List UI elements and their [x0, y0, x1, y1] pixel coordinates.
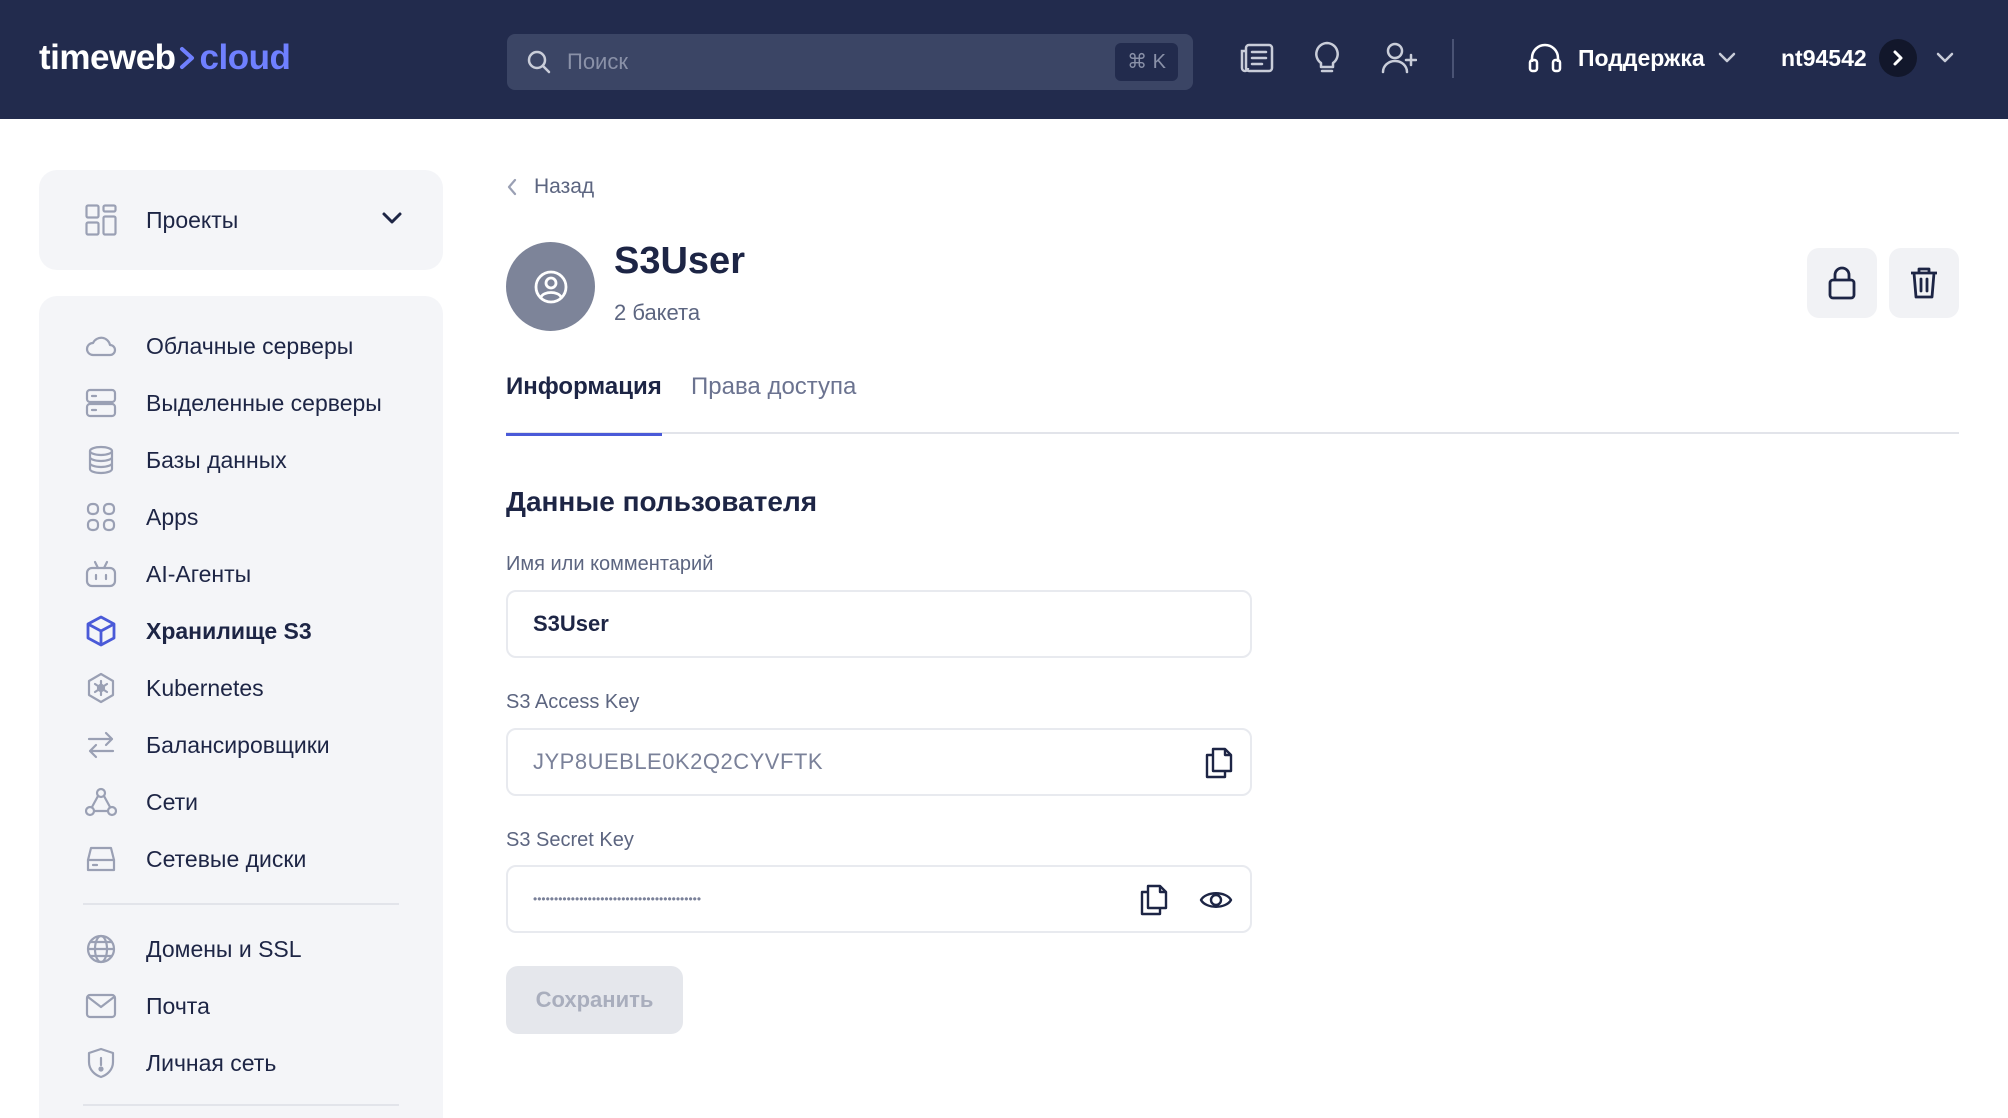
- back-label: Назад: [534, 175, 595, 198]
- sidebar-divider: [83, 1104, 399, 1106]
- chevron-down-icon: [1935, 51, 1955, 65]
- sidebar-item-label: AI-Агенты: [146, 561, 252, 587]
- secret-key-value: ••••••••••••••••••••••••••••••••••••••••: [533, 892, 702, 906]
- cloud-icon: [85, 330, 117, 362]
- sidebar-item-label: Выделенные серверы: [146, 390, 382, 416]
- search-shortcut-badge: ⌘ K: [1115, 43, 1178, 81]
- chevron-down-icon: [1717, 51, 1737, 65]
- copy-icon[interactable]: [1201, 746, 1235, 780]
- logo-text: timeweb: [39, 38, 176, 77]
- access-key-value: JYP8UEBLE0K2Q2CYVFTK: [533, 749, 824, 774]
- tab-information[interactable]: Информация: [506, 372, 662, 436]
- sidebar-item-mail[interactable]: Почта: [39, 980, 443, 1032]
- sidebar-item-cloud-servers[interactable]: Облачные серверы: [39, 320, 443, 372]
- copy-icon[interactable]: [1136, 883, 1170, 917]
- lock-button[interactable]: [1807, 248, 1877, 318]
- delete-button[interactable]: [1889, 248, 1959, 318]
- access-key-field: JYP8UEBLE0K2Q2CYVFTK: [506, 728, 1252, 796]
- sidebar-item-load-balancers[interactable]: Балансировщики: [39, 719, 443, 771]
- user-icon: [533, 269, 569, 305]
- chevron-left-icon: [506, 177, 518, 197]
- avatar: [506, 242, 595, 331]
- account-switch-button[interactable]: [1878, 39, 1917, 77]
- sidebar-item-label: Kubernetes: [146, 675, 264, 701]
- sidebar-item-apps[interactable]: Apps: [39, 491, 443, 543]
- top-header: timeweb cloud Поиск ⌘ K Поддержка nt9454…: [0, 0, 2008, 119]
- section-title: Данные пользователя: [506, 486, 818, 517]
- secret-key-label: S3 Secret Key: [506, 829, 634, 851]
- shield-icon: [85, 1047, 117, 1079]
- sidebar-item-kubernetes[interactable]: Kubernetes: [39, 662, 443, 714]
- headset-icon: [1528, 42, 1562, 74]
- sidebar-nav: Облачные серверы Выделенные серверы Базы…: [39, 296, 443, 1118]
- sidebar-item-s3-storage[interactable]: Хранилище S3: [39, 605, 443, 657]
- disk-icon: [85, 843, 117, 875]
- account-menu[interactable]: nt94542: [1781, 38, 1955, 78]
- eye-icon[interactable]: [1199, 883, 1233, 917]
- sidebar-item-dedicated-servers[interactable]: Выделенные серверы: [39, 377, 443, 429]
- sidebar-item-label: Домены и SSL: [146, 936, 302, 962]
- sidebar-item-label: Apps: [146, 504, 199, 530]
- trash-icon: [1909, 266, 1939, 300]
- sidebar-item-label: Личная сеть: [146, 1050, 277, 1076]
- server-icon: [85, 387, 117, 419]
- apps-icon: [85, 501, 117, 533]
- sidebar-item-label: Сети: [146, 789, 199, 815]
- sidebar-item-private-network[interactable]: Личная сеть: [39, 1037, 443, 1089]
- sidebar-item-label: Хранилище S3: [146, 618, 312, 644]
- projects-label: Проекты: [146, 207, 239, 233]
- cube-icon: [85, 615, 117, 647]
- name-field-label: Имя или комментарий: [506, 553, 714, 575]
- sidebar-item-databases[interactable]: Базы данных: [39, 434, 443, 486]
- secret-key-field: ••••••••••••••••••••••••••••••••••••••••: [506, 865, 1252, 933]
- database-icon: [85, 444, 117, 476]
- sidebar-item-label: Почта: [146, 993, 210, 1019]
- header-divider: [1452, 39, 1454, 78]
- save-button[interactable]: Сохранить: [506, 966, 683, 1034]
- name-field-value: S3User: [533, 611, 609, 636]
- sidebar-item-label: Облачные серверы: [146, 333, 354, 359]
- mail-icon: [85, 990, 117, 1022]
- add-user-icon[interactable]: [1381, 40, 1417, 76]
- network-icon: [85, 786, 117, 818]
- sidebar-item-label: Балансировщики: [146, 732, 330, 758]
- page-title: S3User: [614, 240, 745, 282]
- news-icon[interactable]: [1239, 40, 1275, 76]
- support-menu[interactable]: Поддержка: [1528, 38, 1737, 78]
- chevron-down-icon: [381, 210, 403, 226]
- tab-access-rights[interactable]: Права доступа: [691, 372, 856, 434]
- robot-icon: [85, 558, 117, 590]
- globe-icon: [85, 933, 117, 965]
- sidebar-item-label: Сетевые диски: [146, 846, 307, 872]
- idea-icon[interactable]: [1309, 40, 1345, 76]
- sidebar-item-label: Базы данных: [146, 447, 287, 473]
- projects-selector[interactable]: Проекты: [39, 170, 443, 270]
- name-field[interactable]: S3User: [506, 590, 1252, 658]
- support-label: Поддержка: [1578, 44, 1705, 71]
- sidebar-item-networks[interactable]: Сети: [39, 776, 443, 828]
- sidebar-item-domains-ssl[interactable]: Домены и SSL: [39, 923, 443, 975]
- search-bar[interactable]: Поиск ⌘ K: [507, 34, 1193, 90]
- sidebar-item-ai-agents[interactable]: AI-Агенты: [39, 548, 443, 600]
- lock-icon: [1827, 266, 1857, 300]
- logo[interactable]: timeweb cloud: [39, 36, 291, 80]
- sidebar-divider: [83, 903, 399, 905]
- bucket-count: 2 бакета: [614, 300, 701, 325]
- access-key-label: S3 Access Key: [506, 691, 640, 713]
- arrows-icon: [85, 729, 117, 761]
- grid-icon: [85, 204, 117, 236]
- kubernetes-icon: [85, 672, 117, 704]
- logo-chevron-icon: [178, 45, 196, 71]
- chevron-right-icon: [1891, 49, 1905, 67]
- search-icon: [526, 49, 552, 75]
- search-placeholder: Поиск: [567, 49, 628, 74]
- back-link[interactable]: Назад: [506, 172, 594, 202]
- account-name: nt94542: [1781, 44, 1867, 71]
- logo-accent-text: cloud: [199, 38, 291, 77]
- tab-bar: Информация Права доступа: [506, 372, 1959, 436]
- sidebar-item-network-disks[interactable]: Сетевые диски: [39, 833, 443, 885]
